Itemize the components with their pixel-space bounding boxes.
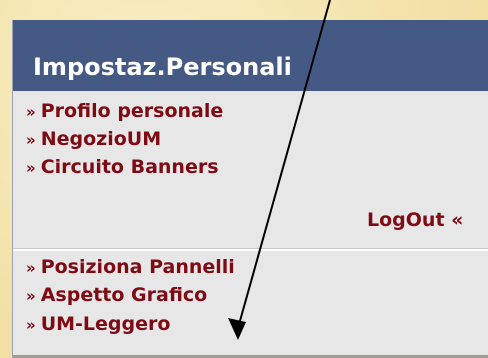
arrow-head-icon bbox=[228, 318, 246, 340]
annotation-arrow bbox=[228, 0, 331, 340]
arrow-line bbox=[237, 0, 331, 329]
